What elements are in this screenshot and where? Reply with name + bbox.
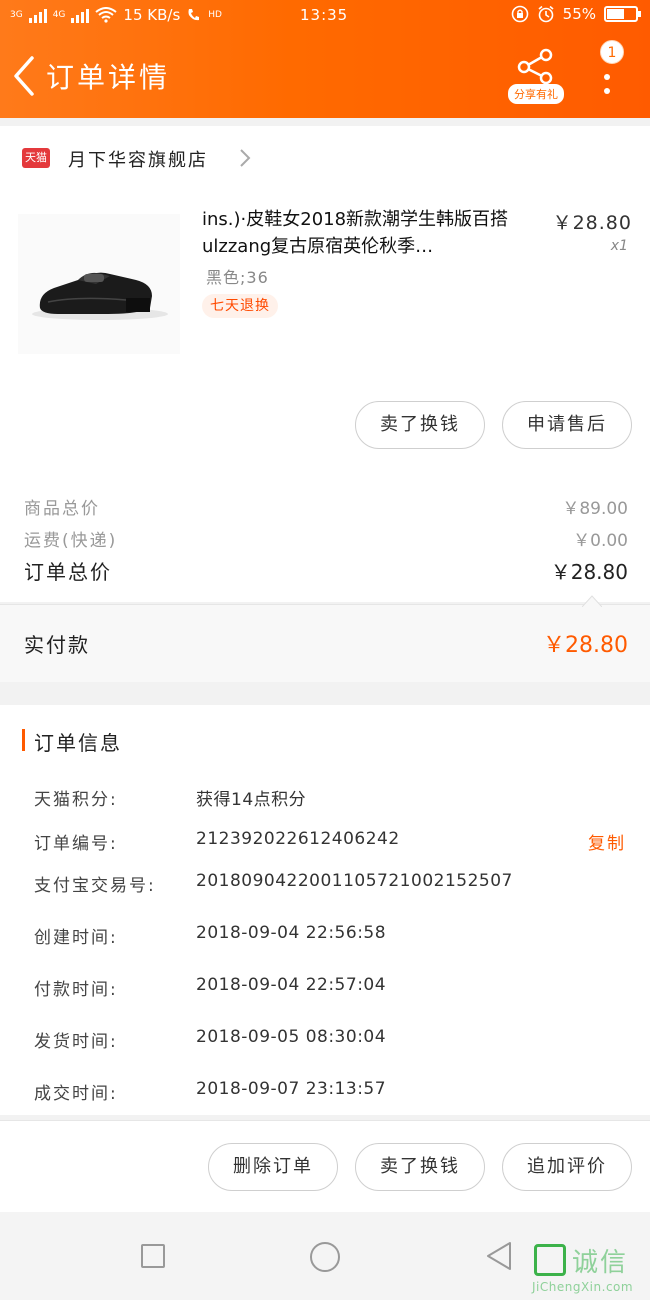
clock: 13:35 bbox=[300, 6, 349, 24]
battery-icon bbox=[604, 6, 641, 22]
product-price: ￥28.80 bbox=[552, 212, 632, 234]
copy-order-number-button[interactable]: 复制 bbox=[588, 829, 626, 854]
goods-total-label: 商品总价 bbox=[24, 499, 100, 519]
product-card: 天猫 月下华容旗舰店 ins.)·皮鞋女2018新款潮学生韩版百搭ulzzang… bbox=[0, 126, 650, 602]
lock-rotation-icon bbox=[511, 5, 528, 23]
network-type-2: 4G bbox=[52, 10, 66, 20]
info-row-created: 创建时间: 2018-09-04 22:56:58 bbox=[34, 923, 634, 953]
after-sale-button[interactable]: 申请售后 bbox=[502, 401, 632, 449]
watermark-url: JiChengXin.com bbox=[532, 1280, 634, 1294]
app-header: 3G 4G 15 KB/s HD 13:35 55% 订单详情 分享有礼 1 bbox=[0, 0, 650, 118]
order-total-value: ￥28.80 bbox=[550, 560, 628, 584]
info-value: 2018-09-05 08:30:04 bbox=[196, 1027, 387, 1047]
info-value: 2018-09-04 22:56:58 bbox=[196, 923, 387, 943]
more-dot-icon bbox=[604, 74, 610, 80]
return-policy-badge: 七天退换 bbox=[202, 294, 278, 318]
shipping-value: ￥0.00 bbox=[573, 531, 628, 551]
sell-for-cash-button[interactable]: 卖了换钱 bbox=[355, 1143, 485, 1191]
goods-total-value: ￥89.00 bbox=[562, 499, 628, 519]
order-info-title: 订单信息 bbox=[34, 731, 122, 755]
share-button[interactable]: 分享有礼 bbox=[508, 48, 564, 104]
battery-percent: 55% bbox=[562, 5, 596, 23]
phone-icon bbox=[188, 9, 200, 21]
signal-icon-2 bbox=[71, 7, 90, 23]
nav-row: 订单详情 分享有礼 1 bbox=[0, 34, 650, 118]
caret-up-icon bbox=[582, 595, 602, 607]
order-total-label: 订单总价 bbox=[24, 560, 112, 584]
tmall-icon: 天猫 bbox=[22, 148, 50, 168]
info-key: 付款时间: bbox=[34, 980, 118, 1000]
sell-for-cash-button[interactable]: 卖了换钱 bbox=[355, 401, 485, 449]
info-row-alipay-number: 支付宝交易号: 2018090422001105721002152507 bbox=[34, 871, 634, 901]
info-row-completed-time: 成交时间: 2018-09-07 23:13:57 bbox=[34, 1079, 634, 1109]
info-value: 2018-09-07 23:13:57 bbox=[196, 1079, 387, 1099]
signal-icon bbox=[28, 7, 47, 23]
add-review-button[interactable]: 追加评价 bbox=[502, 1143, 632, 1191]
info-value: 2018090422001105721002152507 bbox=[196, 871, 513, 891]
watermark-text: 诚信 bbox=[572, 1248, 629, 1278]
back-arrow-icon[interactable] bbox=[10, 54, 40, 98]
delete-order-button[interactable]: 删除订单 bbox=[208, 1143, 338, 1191]
wifi-icon bbox=[95, 7, 118, 23]
home-icon[interactable] bbox=[310, 1242, 340, 1272]
watermark: 诚信 JiChengXin.com bbox=[532, 1242, 648, 1296]
product-sku: 黑色;36 bbox=[206, 268, 269, 287]
share-icon bbox=[517, 48, 553, 85]
status-bar: 3G 4G 15 KB/s HD 13:35 55% bbox=[0, 0, 650, 34]
info-row-points: 天猫积分: 获得14点积分 bbox=[34, 785, 634, 815]
product-image[interactable] bbox=[18, 214, 180, 354]
bottom-action-bar: 删除订单 卖了换钱 追加评价 bbox=[0, 1120, 650, 1212]
shipping-label: 运费(快递) bbox=[24, 531, 118, 551]
info-row-shipped-time: 发货时间: 2018-09-05 08:30:04 bbox=[34, 1027, 634, 1057]
info-key: 发货时间: bbox=[34, 1032, 118, 1052]
info-value: 获得14点积分 bbox=[196, 790, 307, 810]
more-dot-icon bbox=[604, 88, 610, 94]
hd-label: HD bbox=[208, 10, 222, 20]
info-key: 支付宝交易号: bbox=[34, 876, 156, 896]
watermark-logo-icon bbox=[534, 1244, 566, 1276]
paid-value: ￥28.80 bbox=[543, 633, 628, 658]
order-info-card: 订单信息 天猫积分: 获得14点积分 订单编号: 212392022612406… bbox=[0, 705, 650, 1115]
info-row-order-number: 订单编号: 212392022612406242 复制 bbox=[34, 829, 634, 859]
section-accent-bar bbox=[22, 729, 25, 751]
network-speed: 15 KB/s bbox=[123, 6, 181, 24]
more-menu-button[interactable]: 1 bbox=[590, 40, 630, 100]
info-row-paid-time: 付款时间: 2018-09-04 22:57:04 bbox=[34, 975, 634, 1005]
paid-amount-row: 实付款 ￥28.80 bbox=[0, 595, 650, 682]
product-quantity: x1 bbox=[610, 238, 628, 254]
chevron-right-icon bbox=[240, 149, 251, 167]
info-value: 212392022612406242 bbox=[196, 829, 400, 849]
alarm-icon bbox=[538, 5, 554, 23]
info-key: 创建时间: bbox=[34, 928, 118, 948]
shop-name[interactable]: 月下华容旗舰店 bbox=[68, 146, 208, 172]
recent-apps-icon[interactable] bbox=[141, 1244, 165, 1268]
share-label: 分享有礼 bbox=[508, 84, 564, 104]
info-value: 2018-09-04 22:57:04 bbox=[196, 975, 387, 995]
status-right: 55% bbox=[511, 5, 641, 23]
system-back-icon[interactable] bbox=[484, 1240, 514, 1272]
network-type: 3G bbox=[10, 10, 23, 20]
info-key: 订单编号: bbox=[34, 834, 118, 854]
system-nav-bar: 诚信 JiChengXin.com bbox=[0, 1212, 650, 1300]
page-title: 订单详情 bbox=[46, 61, 171, 94]
product-title[interactable]: ins.)·皮鞋女2018新款潮学生韩版百搭ulzzang复古原宿英伦秋季… bbox=[202, 206, 542, 262]
info-key: 成交时间: bbox=[34, 1084, 118, 1104]
status-left: 3G 4G 15 KB/s HD bbox=[10, 6, 222, 24]
info-key: 天猫积分: bbox=[34, 790, 118, 810]
message-badge: 1 bbox=[600, 40, 624, 64]
shop-row[interactable]: 天猫 月下华容旗舰店 bbox=[0, 126, 650, 190]
paid-label: 实付款 bbox=[24, 633, 90, 657]
